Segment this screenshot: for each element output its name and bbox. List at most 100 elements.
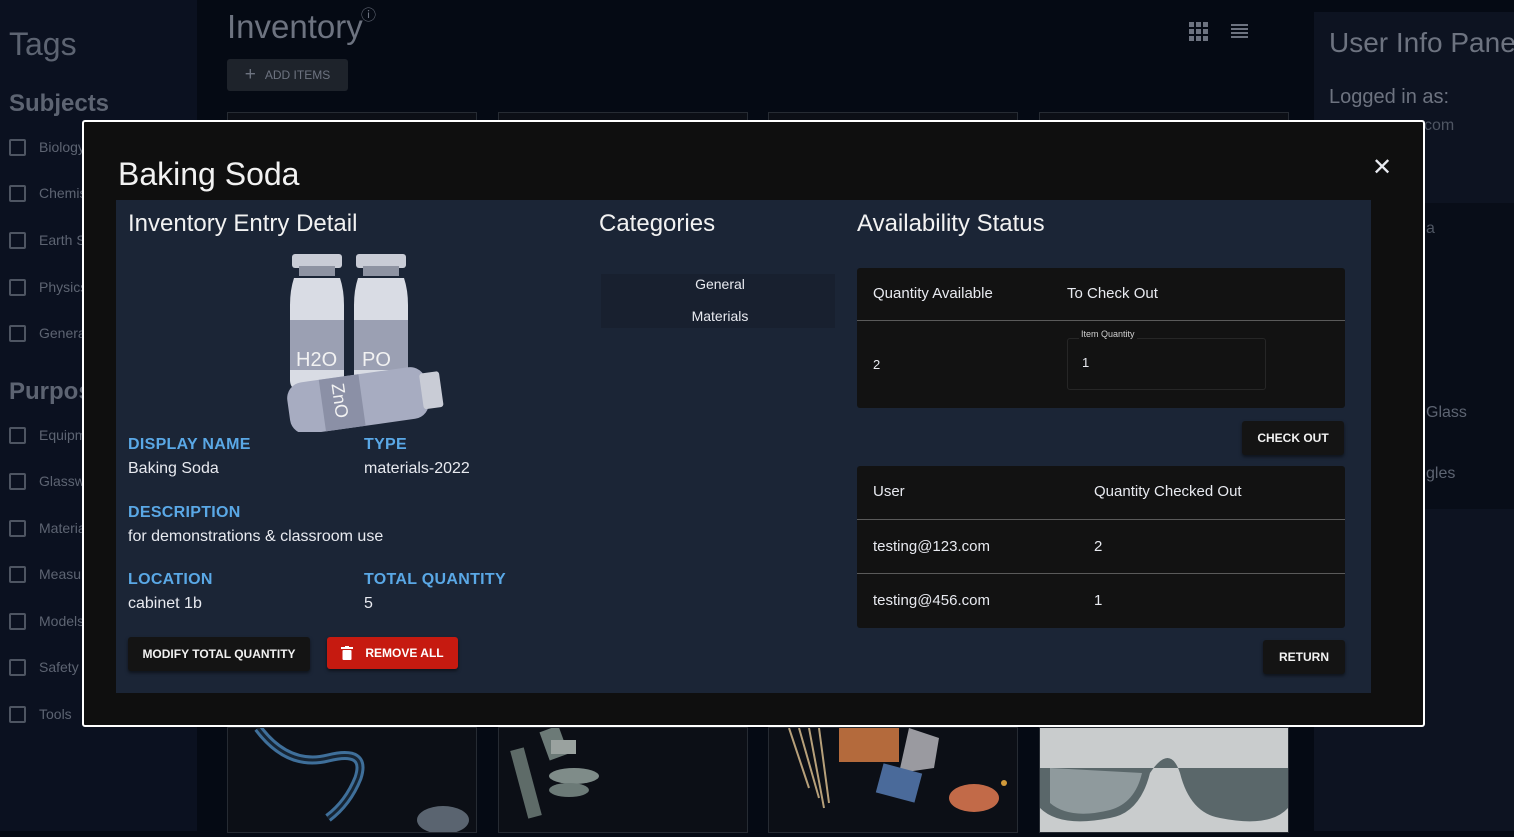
checkouts-table: User Quantity Checked Out testing@123.co… — [857, 466, 1345, 628]
goggles-image — [1040, 758, 1288, 822]
checkout-qty: 2 — [1094, 538, 1103, 555]
tag-checkbox-measurement[interactable]: Measur — [9, 564, 86, 584]
tag-label: Tools — [39, 706, 72, 722]
add-items-button[interactable]: + ADD ITEMS — [227, 59, 348, 91]
tag-checkbox-chemistry[interactable]: Chemis — [9, 183, 86, 203]
stethoscope-image — [254, 725, 469, 834]
vial-label: H2O — [296, 349, 337, 371]
tag-checkbox-general[interactable]: Genera — [9, 323, 86, 343]
tag-checkbox-earth-science[interactable]: Earth S — [9, 230, 86, 250]
remove-all-button[interactable]: REMOVE ALL — [327, 637, 458, 669]
page-title: Inventory — [227, 8, 363, 45]
return-button[interactable]: RETURN — [1263, 640, 1345, 674]
tag-label: Safety — [39, 659, 79, 675]
checkbox-icon[interactable] — [9, 138, 26, 156]
type-value: materials-2022 — [364, 460, 470, 477]
type-label: TYPE — [364, 436, 407, 453]
availability-table: Quantity Available To Check Out 2 1 Item… — [857, 268, 1345, 408]
tag-checkbox-materials[interactable]: Materia — [9, 518, 86, 538]
check-out-label: CHECK OUT — [1257, 431, 1329, 445]
quantity-available-value: 2 — [873, 357, 881, 372]
add-items-label: ADD ITEMS — [264, 68, 331, 82]
checkbox-icon[interactable] — [9, 426, 26, 444]
display-name-label: DISPLAY NAME — [128, 436, 251, 453]
grid-view-icon[interactable] — [1189, 22, 1208, 41]
tag-checkbox-biology[interactable]: Biology — [9, 137, 85, 157]
category-chip-materials[interactable]: Materials — [600, 308, 840, 324]
microscope-image — [510, 725, 599, 819]
item-card-microscope[interactable] — [498, 725, 748, 833]
to-check-out-header: To Check Out — [1067, 285, 1158, 302]
category-chip-general[interactable]: General — [600, 276, 840, 292]
purpose-heading: Purpos — [9, 378, 92, 405]
checkbox-icon[interactable] — [9, 472, 26, 490]
item-card-goggles[interactable] — [1039, 727, 1289, 833]
availability-heading: Availability Status — [857, 210, 1045, 237]
display-name-value: Baking Soda — [128, 460, 219, 477]
tags-title: Tags — [9, 26, 77, 62]
table-divider — [857, 573, 1345, 574]
remove-label: REMOVE ALL — [365, 646, 444, 660]
list-view-icon[interactable] — [1231, 24, 1248, 40]
user-header: User — [873, 483, 905, 500]
entry-detail-heading: Inventory Entry Detail — [128, 210, 358, 237]
close-icon[interactable]: ✕ — [1368, 154, 1396, 182]
tag-checkbox-safety[interactable]: Safety — [9, 657, 79, 677]
checkbox-icon[interactable] — [9, 612, 26, 630]
checkbox-icon[interactable] — [9, 565, 26, 583]
tag-checkbox-equipment[interactable]: Equipm — [9, 425, 86, 445]
info-icon[interactable]: ⓘ — [361, 8, 376, 23]
checkout-user: testing@123.com — [873, 538, 990, 555]
vial-label: PO — [362, 349, 391, 371]
modify-total-quantity-button[interactable]: MODIFY TOTAL QUANTITY — [128, 637, 310, 671]
logged-in-email: com — [1424, 117, 1455, 134]
checkbox-icon[interactable] — [9, 278, 26, 296]
item-quantity-label: Item Quantity — [1079, 329, 1137, 339]
user-panel-fragment: gles — [1426, 465, 1456, 482]
tag-label: Models — [39, 613, 85, 629]
tag-label: Materia — [39, 520, 86, 536]
location-value: cabinet 1b — [128, 595, 202, 612]
total-quantity-label: TOTAL QUANTITY — [364, 571, 506, 588]
item-card-stethoscope[interactable] — [227, 725, 477, 834]
tag-label: Equipm — [39, 427, 87, 443]
checkbox-icon[interactable] — [9, 519, 26, 537]
checkbox-icon[interactable] — [9, 705, 26, 723]
modify-label: MODIFY TOTAL QUANTITY — [142, 647, 296, 661]
user-panel-fragment: a — [1426, 220, 1435, 237]
logged-in-label: Logged in as: — [1329, 86, 1450, 108]
modal-title: Baking Soda — [118, 156, 300, 192]
tag-label: Biology — [39, 139, 85, 155]
item-card-materials[interactable] — [768, 727, 1018, 833]
user-panel-fragment: Glass — [1426, 404, 1467, 421]
checkout-user: testing@456.com — [873, 592, 990, 609]
description-label: DESCRIPTION — [128, 504, 241, 521]
item-quantity-input[interactable]: 1 — [1067, 338, 1266, 390]
tag-checkbox-tools[interactable]: Tools — [9, 704, 72, 724]
description-value: for demonstrations & classroom use — [128, 528, 384, 545]
item-quantity-value[interactable]: 1 — [1082, 355, 1089, 370]
tag-label: Glassw — [39, 473, 85, 489]
subjects-heading: Subjects — [9, 90, 110, 117]
tag-checkbox-glassware[interactable]: Glassw — [9, 471, 85, 491]
vials-image: H2O PO ZnO — [287, 254, 444, 432]
tag-checkbox-physics[interactable]: Physics — [9, 277, 87, 297]
checkbox-icon[interactable] — [9, 658, 26, 676]
table-divider — [857, 320, 1345, 321]
checkbox-icon[interactable] — [9, 184, 26, 202]
checkbox-icon[interactable] — [9, 324, 26, 342]
user-panel-title: User Info Pane — [1329, 27, 1514, 58]
materials-image — [788, 727, 1007, 812]
checkout-qty: 1 — [1094, 592, 1103, 609]
location-label: LOCATION — [128, 571, 213, 588]
trash-icon — [341, 646, 354, 660]
tag-checkbox-models[interactable]: Models — [9, 611, 84, 631]
check-out-button[interactable]: CHECK OUT — [1242, 421, 1344, 455]
categories-heading: Categories — [599, 210, 716, 237]
checkbox-icon[interactable] — [9, 231, 26, 249]
item-detail-modal: Baking Soda ✕ Inventory Entry Detail H2O… — [82, 120, 1425, 727]
tag-label: Earth S — [39, 232, 86, 248]
quantity-available-header: Quantity Available — [873, 285, 993, 302]
table-divider — [857, 519, 1345, 520]
quantity-checked-out-header: Quantity Checked Out — [1094, 483, 1242, 500]
